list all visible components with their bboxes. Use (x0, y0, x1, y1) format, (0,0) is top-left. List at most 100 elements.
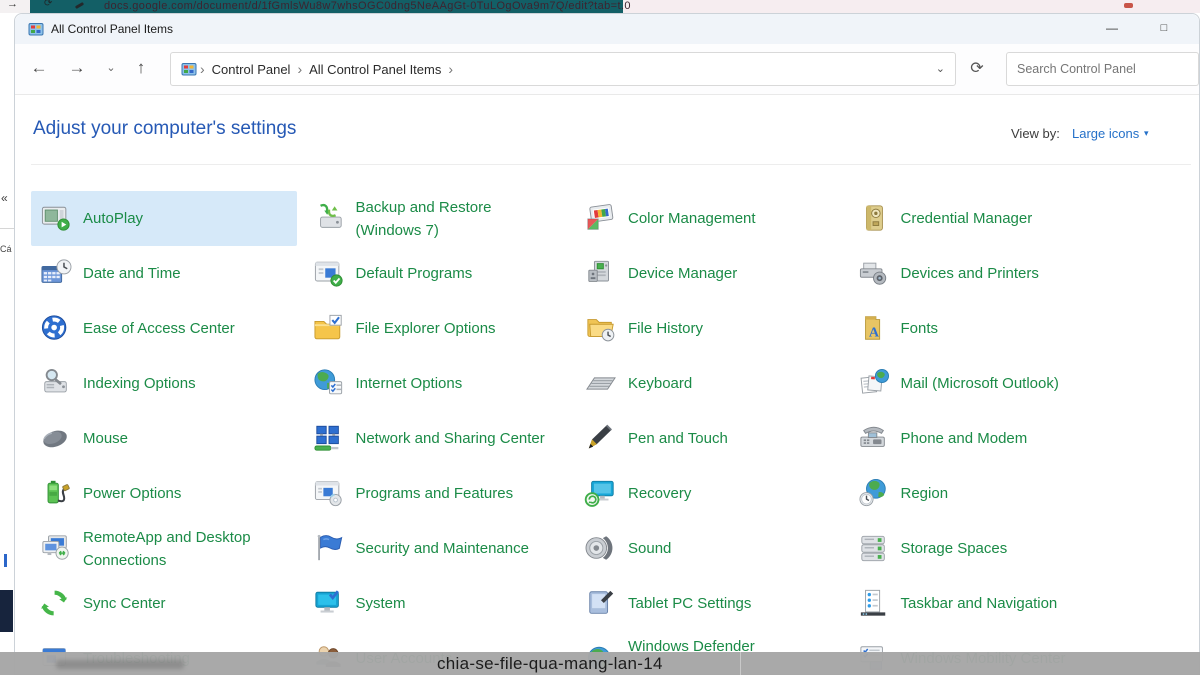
control-panel-item[interactable]: Devices and Printers (849, 246, 1115, 301)
control-panel-item[interactable]: Internet Options (304, 356, 570, 411)
control-panel-item-label: Pen and Touch (628, 427, 820, 450)
control-panel-item-label: AutoPlay (83, 207, 275, 230)
control-panel-item[interactable]: AutoPlay (31, 191, 297, 246)
control-panel-item[interactable]: Storage Spaces (849, 521, 1115, 576)
control-panel-item[interactable]: RemoteApp and Desktop Connections (31, 521, 297, 576)
control-panel-item[interactable]: Phone and Modem (849, 411, 1115, 466)
control-panel-item-label: Keyboard (628, 372, 820, 395)
control-panel-item[interactable]: Security and Maintenance (304, 521, 570, 576)
control-panel-item[interactable]: Mouse (31, 411, 297, 466)
control-panel-item[interactable]: Pen and Touch (576, 411, 842, 466)
control-panel-item-label: File History (628, 317, 820, 340)
dark-panel-fragment (0, 590, 13, 632)
default-programs-icon (312, 258, 348, 290)
control-panel-item-label: Storage Spaces (901, 537, 1093, 560)
control-panel-item[interactable]: Recovery (576, 466, 842, 521)
control-panel-item-label: Region (901, 482, 1093, 505)
taskbar-icon (857, 588, 893, 620)
control-panel-item-label: RemoteApp and Desktop Connections (83, 526, 275, 572)
browser-url-strip: → ⟳ docs.google.com/document/d/1fGmlsWu8… (0, 0, 1200, 13)
mail-icon (857, 368, 893, 400)
divider (0, 228, 14, 229)
control-panel-item-label: System (356, 592, 548, 615)
backup-restore-icon (312, 203, 348, 235)
control-panel-item-label: Date and Time (83, 262, 275, 285)
control-panel-item-label: Power Options (83, 482, 275, 505)
control-panel-item[interactable]: Taskbar and Navigation (849, 576, 1115, 631)
control-panel-item-label: Tablet PC Settings (628, 592, 820, 615)
control-panel-item[interactable]: Date and Time (31, 246, 297, 301)
control-panel-item-label: Mail (Microsoft Outlook) (901, 372, 1093, 395)
control-panel-item[interactable]: Color Management (576, 191, 842, 246)
control-panel-grid: AutoPlay Backup and Restore (Windows 7) Co… (15, 14, 1199, 674)
control-panel-item[interactable]: Ease of Access Center (31, 301, 297, 356)
control-panel-item-label: Recovery (628, 482, 820, 505)
date-time-icon (39, 258, 75, 290)
recording-dot-icon (1124, 3, 1133, 8)
control-panel-item-label: Credential Manager (901, 207, 1093, 230)
sidebar-text-fragment: Cá (0, 244, 12, 254)
ease-of-access-icon (39, 313, 75, 345)
control-panel-item-label: Indexing Options (83, 372, 275, 395)
control-panel-item[interactable]: Credential Manager (849, 191, 1115, 246)
control-panel-item-label: Default Programs (356, 262, 548, 285)
forward-arrow-icon[interactable]: → (7, 0, 18, 10)
reload-icon[interactable]: ⟳ (44, 0, 52, 9)
pen-touch-icon (584, 423, 620, 455)
control-panel-item[interactable]: AFonts (849, 301, 1115, 356)
control-panel-item-label: Mouse (83, 427, 275, 450)
control-panel-item[interactable]: Tablet PC Settings (576, 576, 842, 631)
control-panel-item-label: Devices and Printers (901, 262, 1093, 285)
collapse-sidebar-icon[interactable]: « (1, 191, 8, 205)
control-panel-item-label: Taskbar and Navigation (901, 592, 1093, 615)
credential-manager-icon (857, 203, 893, 235)
recovery-icon (584, 478, 620, 510)
autoplay-icon (39, 203, 75, 235)
power-options-icon (39, 478, 75, 510)
control-panel-item-label: Internet Options (356, 372, 548, 395)
control-panel-item-label: Security and Maintenance (356, 537, 548, 560)
file-history-icon (584, 313, 620, 345)
control-panel-item[interactable]: Device Manager (576, 246, 842, 301)
security-maintenance-icon (312, 533, 348, 565)
control-panel-item[interactable]: Power Options (31, 466, 297, 521)
control-panel-item[interactable]: File History (576, 301, 842, 356)
programs-features-icon (312, 478, 348, 510)
control-panel-item[interactable]: Programs and Features (304, 466, 570, 521)
tablet-pc-icon (584, 588, 620, 620)
indexing-options-icon (39, 368, 75, 400)
divider (740, 652, 741, 675)
control-panel-item-label: Fonts (901, 317, 1093, 340)
control-panel-item[interactable]: Keyboard (576, 356, 842, 411)
control-panel-item[interactable]: Mail (Microsoft Outlook) (849, 356, 1115, 411)
background-page-edge: « Cá (0, 13, 14, 675)
storage-spaces-icon (857, 533, 893, 565)
control-panel-item[interactable]: Sound (576, 521, 842, 576)
control-panel-item-label: Color Management (628, 207, 820, 230)
control-panel-item-label: File Explorer Options (356, 317, 548, 340)
file-explorer-options-icon (312, 313, 348, 345)
cursor-mark (4, 554, 7, 567)
control-panel-item-label: Ease of Access Center (83, 317, 275, 340)
sound-icon (584, 533, 620, 565)
control-panel-item[interactable]: Network and Sharing Center (304, 411, 570, 466)
caption-text: chia-se-file-qua-mang-lan-14 (437, 654, 663, 674)
control-panel-item[interactable]: Region (849, 466, 1115, 521)
browser-strip-right (623, 0, 1200, 13)
system-icon (312, 588, 348, 620)
device-manager-icon (584, 258, 620, 290)
control-panel-item[interactable]: Default Programs (304, 246, 570, 301)
control-panel-item-label: Backup and Restore (Windows 7) (356, 196, 548, 242)
devices-printers-icon (857, 258, 893, 290)
control-panel-item[interactable]: Indexing Options (31, 356, 297, 411)
control-panel-item[interactable]: File Explorer Options (304, 301, 570, 356)
control-panel-item[interactable]: Backup and Restore (Windows 7) (304, 191, 570, 246)
remoteapp-icon (39, 533, 75, 565)
control-panel-item[interactable]: Sync Center (31, 576, 297, 631)
caption-smudge (56, 660, 184, 669)
browser-url-text: docs.google.com/document/d/1fGmlsWu8w7wh… (104, 0, 631, 13)
internet-options-icon (312, 368, 348, 400)
network-sharing-icon (312, 423, 348, 455)
control-panel-item[interactable]: System (304, 576, 570, 631)
control-panel-item-label: Device Manager (628, 262, 820, 285)
